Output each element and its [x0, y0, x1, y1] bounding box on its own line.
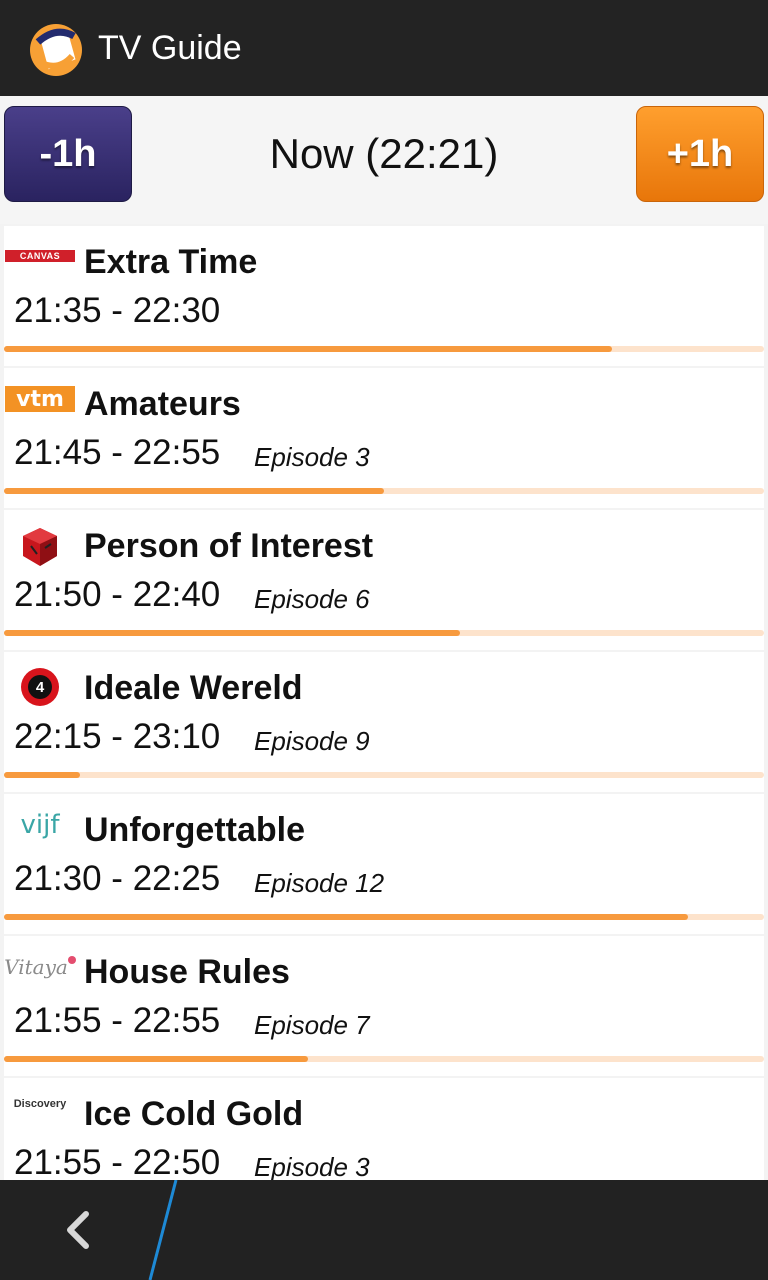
plus-one-hour-button[interactable]: +1h	[636, 106, 764, 202]
progress-bar	[4, 346, 764, 352]
progress-fill	[4, 346, 612, 352]
bar-divider	[148, 1180, 178, 1280]
progress-fill	[4, 488, 384, 494]
program-episode: Episode 7	[254, 1010, 370, 1040]
channel-logo-text: vtm	[16, 386, 64, 412]
program-times: 22:15 - 23:10	[14, 717, 221, 756]
2be-logo	[4, 526, 76, 566]
program-item[interactable]: Discovery Ice Cold Gold 21:55 - 22:50 Ep…	[4, 1078, 764, 1180]
vijf-logo: vijf	[4, 810, 76, 850]
progress-bar	[4, 914, 764, 920]
channel-logo-text: vijf	[20, 810, 60, 840]
bottom-navigation-bar	[0, 1180, 768, 1280]
channel-logo-text: 4	[35, 678, 45, 696]
discovery-logo: Discovery	[4, 1094, 76, 1134]
2be-cube-icon	[23, 528, 57, 566]
progress-bar	[4, 1056, 764, 1062]
program-times: 21:55 - 22:55	[14, 1001, 221, 1040]
vitaya-logo: Vitaya	[4, 952, 76, 992]
program-times: 21:35 - 22:30	[14, 291, 221, 330]
program-title: House Rules	[84, 953, 290, 991]
channel-logo-text: Discovery	[13, 1098, 67, 1110]
canvas-logo: CANVAS	[4, 242, 76, 282]
program-item[interactable]: Vitaya House Rules 21:55 - 22:55 Episode…	[4, 936, 764, 1076]
progress-bar	[4, 488, 764, 494]
progress-fill	[4, 630, 460, 636]
program-item[interactable]: CANVAS Extra Time 21:35 - 22:30	[4, 226, 764, 366]
progress-fill	[4, 772, 80, 778]
program-item[interactable]: Person of Interest 21:50 - 22:40 Episode…	[4, 510, 764, 650]
progress-bar	[4, 630, 764, 636]
program-title: Ice Cold Gold	[84, 1095, 304, 1133]
program-title: Amateurs	[84, 385, 241, 423]
program-title: Ideale Wereld	[84, 669, 303, 707]
program-item[interactable]: vtm Amateurs 21:45 - 22:55 Episode 3	[4, 368, 764, 508]
program-times: 21:55 - 22:50	[14, 1143, 221, 1180]
action-bar: TV Guide	[0, 0, 768, 96]
program-title: Person of Interest	[84, 527, 374, 565]
progress-fill	[4, 914, 688, 920]
program-item[interactable]: vijf Unforgettable 21:30 - 22:25 Episode…	[4, 794, 764, 934]
program-episode: Episode 6	[254, 584, 370, 614]
vitaya-dot-icon	[67, 956, 76, 964]
channel-logo-text: Vitaya	[4, 955, 68, 979]
program-episode: Episode 3	[254, 442, 370, 472]
vier-logo: 4	[4, 668, 76, 708]
program-times: 21:45 - 22:55	[14, 433, 221, 472]
program-episode: Episode 3	[254, 1152, 370, 1180]
time-navigation: -1h Now (22:21) +1h	[0, 96, 768, 224]
program-episode: Episode 12	[254, 868, 385, 898]
app-logo-icon	[30, 24, 82, 76]
program-item[interactable]: 4 Ideale Wereld 22:15 - 23:10 Episode 9	[4, 652, 764, 792]
program-episode: Episode 9	[254, 726, 370, 756]
program-times: 21:50 - 22:40	[14, 575, 221, 614]
program-title: Extra Time	[84, 243, 258, 281]
program-times: 21:30 - 22:25	[14, 859, 221, 898]
progress-bar	[4, 772, 764, 778]
current-time-label: Now (22:21)	[269, 130, 499, 177]
channel-logo-text: CANVAS	[19, 251, 61, 261]
minus-one-hour-button[interactable]: -1h	[4, 106, 132, 202]
app-title: TV Guide	[98, 29, 242, 67]
back-chevron-icon[interactable]	[56, 1208, 100, 1252]
vtm-logo: vtm	[4, 384, 76, 424]
progress-fill	[4, 1056, 308, 1062]
program-list[interactable]: CANVAS Extra Time 21:35 - 22:30 vtm Amat…	[4, 226, 764, 1180]
program-title: Unforgettable	[84, 811, 305, 849]
